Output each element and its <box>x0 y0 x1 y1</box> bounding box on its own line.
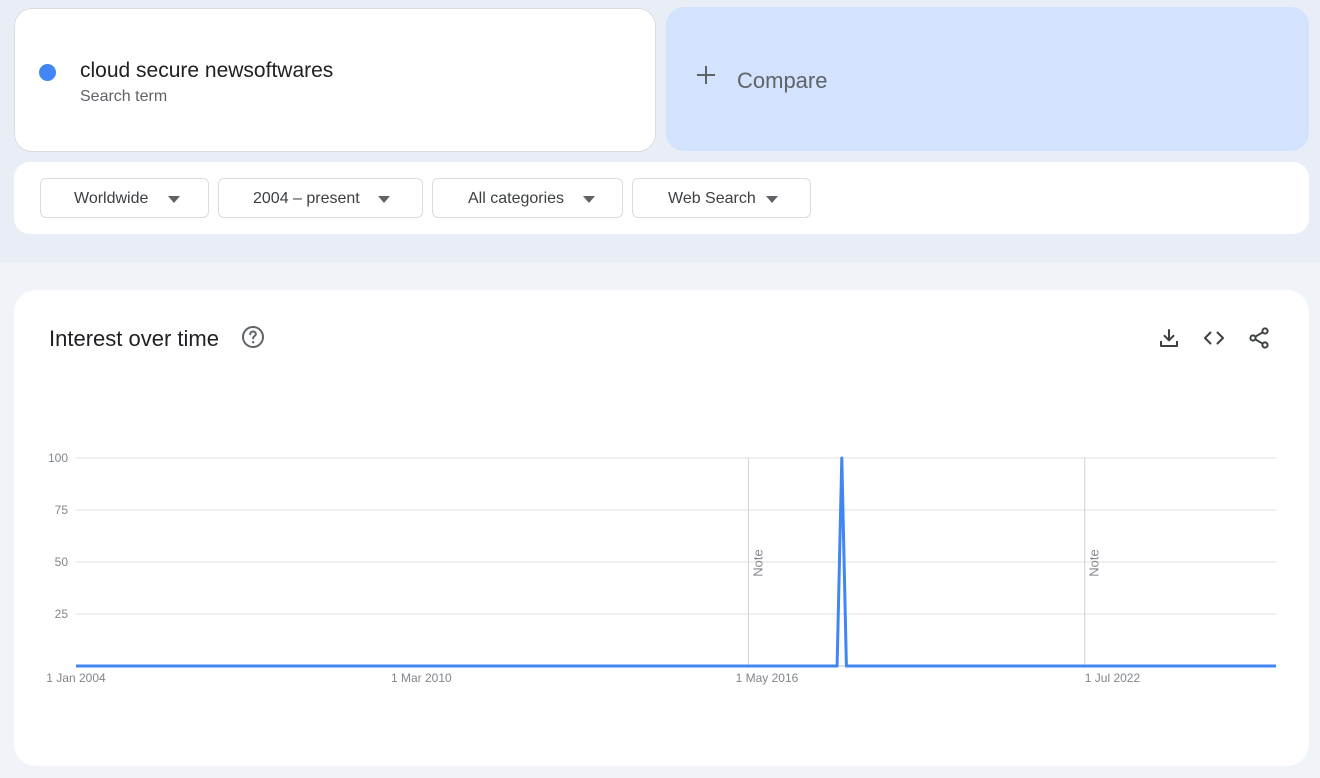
interest-over-time-card: Interest over time Note Note 100 75 50 25 1 … <box>14 290 1309 766</box>
category-label: All categories <box>468 190 565 207</box>
compare-label: Compare <box>737 68 828 93</box>
x-tick-label: 1 Jan 2004 <box>46 671 106 685</box>
time-range-dropdown[interactable]: 2004 – present <box>218 178 423 218</box>
interest-chart: Note Note 100 75 50 25 1 Jan 2004 1 Mar 2010 1… <box>46 451 1276 685</box>
compare-button[interactable]: Compare <box>666 7 1309 151</box>
region-dropdown[interactable]: Worldwide <box>40 178 209 218</box>
x-tick-label: 1 Jul 2022 <box>1085 671 1141 685</box>
y-tick-label: 50 <box>55 555 69 569</box>
note-label[interactable]: Note <box>750 549 765 576</box>
y-tick-label: 75 <box>55 503 69 517</box>
chevron-down-icon <box>168 196 180 203</box>
y-tick-label: 100 <box>48 451 68 465</box>
series-color-dot <box>39 64 56 81</box>
filters-bar: Worldwide 2004 – present All categories … <box>14 162 1309 234</box>
search-term-card[interactable]: cloud secure newsoftwares Search term <box>14 8 656 152</box>
note-label[interactable]: Note <box>1087 549 1102 576</box>
chevron-down-icon <box>378 196 390 203</box>
category-dropdown[interactable]: All categories <box>432 178 623 218</box>
y-tick-label: 25 <box>55 607 69 621</box>
search-type-label: Web Search <box>668 190 756 207</box>
search-type-dropdown[interactable]: Web Search <box>632 178 811 218</box>
search-term-subtitle: Search term <box>80 88 168 105</box>
search-term-text[interactable]: cloud secure newsoftwares <box>80 59 333 83</box>
time-range-label: 2004 – present <box>253 190 360 207</box>
plus-icon <box>696 65 716 85</box>
chevron-down-icon <box>766 196 778 203</box>
chevron-down-icon <box>583 196 595 203</box>
region-label: Worldwide <box>74 190 149 207</box>
x-tick-label: 1 May 2016 <box>736 671 799 685</box>
x-tick-label: 1 Mar 2010 <box>391 671 452 685</box>
